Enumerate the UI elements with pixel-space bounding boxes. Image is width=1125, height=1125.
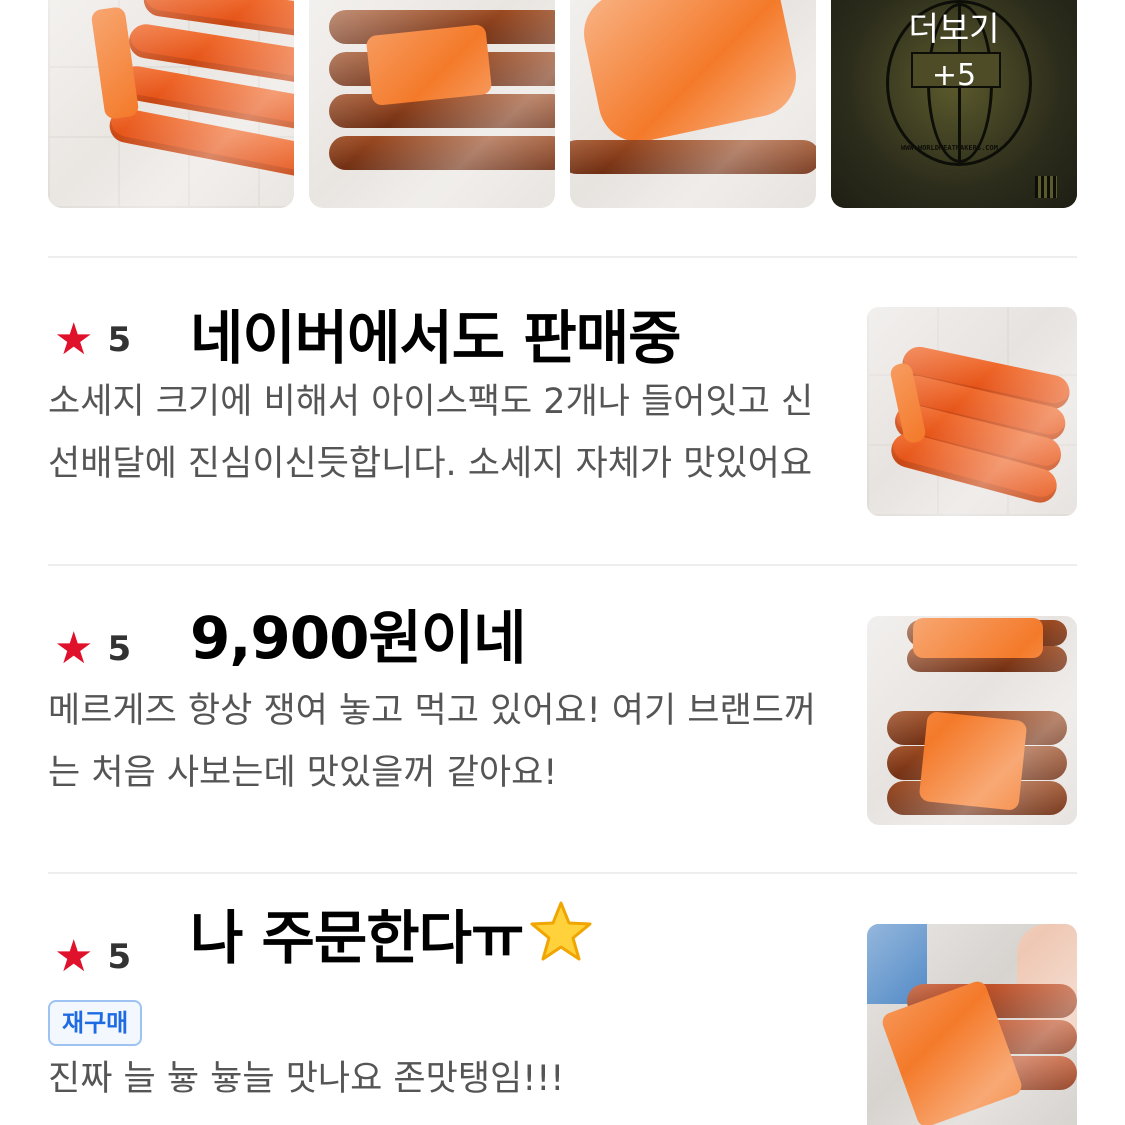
wrap-shine bbox=[867, 616, 1077, 825]
rating-value: 5 bbox=[107, 629, 132, 669]
rating-value: 5 bbox=[107, 320, 132, 360]
review-rating: ★ 5 bbox=[54, 311, 132, 365]
more-count: +5 bbox=[931, 58, 977, 93]
review-photo[interactable] bbox=[867, 307, 1077, 516]
review-rating: ★ 5 bbox=[54, 620, 132, 674]
caption-overlay: 네이버에서도 판매중 9,900원이네 나 주문한다ㅠ bbox=[190, 88, 681, 1088]
star-icon: ★ bbox=[54, 314, 94, 365]
caption-line-3-text: 나 주문한다ㅠ bbox=[190, 904, 524, 972]
brand-url-text: WWW.WORLDMEATMAKERS.COM bbox=[901, 144, 998, 152]
rating-value: 5 bbox=[107, 937, 132, 977]
star-emoji-icon bbox=[530, 901, 592, 961]
wrap-shine bbox=[867, 924, 1077, 1125]
qr-code-icon bbox=[1035, 176, 1057, 198]
star-icon: ★ bbox=[54, 931, 94, 982]
review-photo[interactable] bbox=[867, 924, 1077, 1125]
wrap-shine bbox=[867, 307, 1077, 516]
review-rating: ★ 5 bbox=[54, 928, 132, 982]
caption-line-2: 9,900원이네 bbox=[190, 604, 527, 672]
repurchase-badge: 재구매 bbox=[48, 1000, 143, 1046]
caption-line-3: 나 주문한다ㅠ bbox=[190, 888, 680, 988]
more-label: 더보기 bbox=[908, 9, 1000, 48]
star-icon: ★ bbox=[54, 623, 94, 674]
caption-line-1: 네이버에서도 판매중 bbox=[190, 304, 681, 372]
gallery-more-button[interactable]: WWW.WORLDMEATMAKERS.COM 더보기 +5 bbox=[831, 0, 1077, 208]
review-photo[interactable] bbox=[867, 616, 1077, 825]
